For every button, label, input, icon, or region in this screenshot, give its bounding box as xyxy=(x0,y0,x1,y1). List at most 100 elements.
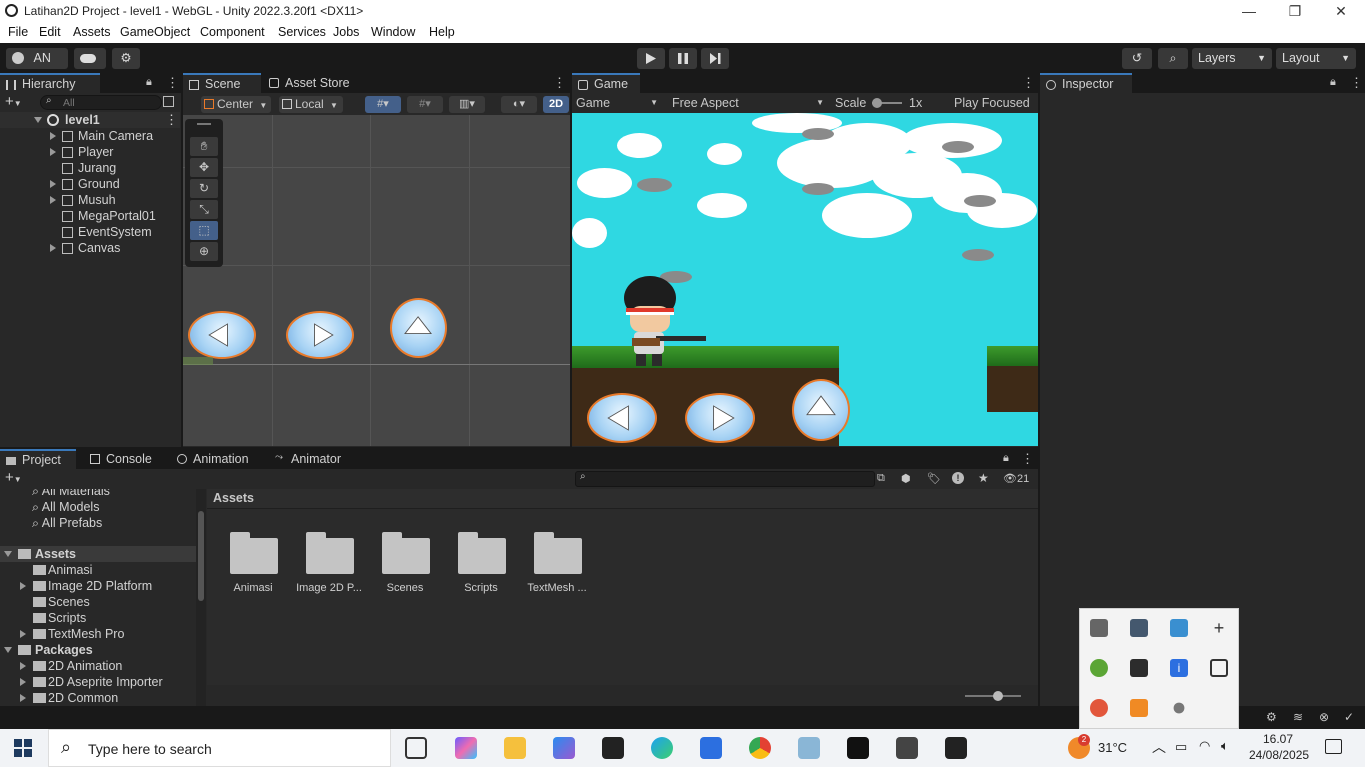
hand-tool-button[interactable]: ✋︎ xyxy=(190,137,218,156)
menu-component[interactable]: Component xyxy=(200,25,265,39)
aspect-dropdown[interactable]: Free Aspect ▼ xyxy=(668,93,828,113)
tree-item[interactable]: 2D Common xyxy=(0,690,196,706)
hierarchy-item[interactable]: Musuh xyxy=(0,192,180,208)
play-button[interactable] xyxy=(637,48,665,69)
close-button[interactable]: ✕ xyxy=(1318,1,1364,22)
pivot-dropdown[interactable]: Center ▼ xyxy=(201,96,271,113)
move-tool-button[interactable]: ✥ xyxy=(190,158,218,177)
favorite-star-icon[interactable]: ★ xyxy=(978,471,989,485)
menu-file[interactable]: File xyxy=(8,25,28,39)
terminal-icon[interactable] xyxy=(847,737,869,759)
hierarchy-item[interactable]: Canvas xyxy=(0,240,180,256)
hierarchy-item[interactable]: Ground xyxy=(0,176,180,192)
project-search-input[interactable]: ⌕ xyxy=(575,471,875,487)
expand-arrow-icon[interactable] xyxy=(34,117,42,123)
search-button[interactable]: ⌕ xyxy=(1158,48,1188,69)
notes-app-icon[interactable] xyxy=(798,737,820,759)
asset-folder[interactable]: TextMesh ... xyxy=(519,527,595,607)
lock-icon[interactable]: 🔒︎ xyxy=(1330,76,1336,89)
left-arrow-button-sprite[interactable] xyxy=(188,311,256,359)
right-arrow-button-sprite[interactable] xyxy=(286,311,354,359)
hierarchy-item[interactable]: MegaPortal01 xyxy=(0,208,180,224)
tray-monitor-icon[interactable] xyxy=(1130,619,1148,637)
unity-editor-icon[interactable] xyxy=(945,737,967,759)
more-menu-icon[interactable]: ⋮ xyxy=(1022,75,1035,91)
expand-arrow-icon[interactable] xyxy=(4,647,12,653)
jump-control-button[interactable] xyxy=(792,379,850,441)
m365-icon[interactable] xyxy=(553,737,575,759)
tray-info-icon[interactable]: i xyxy=(1170,659,1188,677)
notification-center-icon[interactable] xyxy=(1325,739,1342,754)
windows-start-icon[interactable] xyxy=(14,739,32,757)
tree-item-assets[interactable]: Assets xyxy=(0,546,196,562)
more-menu-icon[interactable]: ⋮ xyxy=(553,75,566,91)
collab-button[interactable]: ⚙ xyxy=(112,48,140,69)
tray-camera-icon[interactable] xyxy=(1210,659,1228,677)
asset-folder[interactable]: Image 2D P... xyxy=(291,527,367,607)
tab-animation[interactable]: Animation xyxy=(171,449,261,469)
drag-handle-icon[interactable] xyxy=(197,123,211,125)
tree-item[interactable]: 2D Aseprite Importer xyxy=(0,674,196,690)
tab-scene[interactable]: Scene xyxy=(183,73,261,93)
pause-button[interactable] xyxy=(669,48,697,69)
scale-slider[interactable] xyxy=(872,98,902,108)
tray-shield-icon[interactable] xyxy=(1130,659,1148,677)
slider-thumb[interactable] xyxy=(993,691,1003,701)
tray-app2-icon[interactable] xyxy=(1090,699,1108,717)
jump-button-sprite[interactable] xyxy=(390,298,447,358)
tab-animator[interactable]: ⤳ Animator xyxy=(269,449,359,469)
more-menu-icon[interactable]: ⋮ xyxy=(1350,75,1363,91)
tree-scrollbar[interactable] xyxy=(196,489,206,706)
tab-console[interactable]: Console xyxy=(84,449,164,469)
expand-arrow-icon[interactable] xyxy=(20,694,26,702)
expand-arrow-icon[interactable] xyxy=(50,244,56,252)
expand-arrow-icon[interactable] xyxy=(20,630,26,638)
grid-visibility-toggle[interactable]: #▾ xyxy=(407,96,443,113)
right-control-button[interactable] xyxy=(685,393,755,443)
tree-item-packages[interactable]: Packages xyxy=(0,642,196,658)
add-button[interactable]: +▼ xyxy=(5,93,22,110)
maximize-button[interactable]: ❐ xyxy=(1272,1,1318,22)
tab-asset-store[interactable]: Asset Store xyxy=(263,73,363,93)
rect-tool-button[interactable]: ⬚ xyxy=(190,221,218,240)
copilot-icon[interactable] xyxy=(455,737,477,759)
expand-arrow-icon[interactable] xyxy=(4,551,12,557)
warning-filter-icon[interactable]: ! xyxy=(952,472,964,484)
hierarchy-search-input[interactable]: ⌕ All xyxy=(40,95,162,110)
2d-toggle[interactable]: 2D xyxy=(543,96,569,113)
expand-arrow-icon[interactable] xyxy=(50,132,56,140)
tray-add-icon[interactable]: + xyxy=(1210,619,1228,637)
expand-arrow-icon[interactable] xyxy=(50,180,56,188)
breadcrumb-assets[interactable]: Assets xyxy=(213,491,254,505)
cloud-button[interactable] xyxy=(74,48,106,69)
more-menu-icon[interactable]: ⋮ xyxy=(1021,451,1034,467)
scene-row-level1[interactable]: level1 ⋮ xyxy=(0,112,180,128)
store-icon[interactable] xyxy=(700,737,722,759)
step-button[interactable] xyxy=(701,48,729,69)
lock-icon[interactable]: 🔒︎ xyxy=(1003,452,1009,465)
tab-inspector[interactable]: Inspector xyxy=(1040,73,1132,93)
increment-snap-toggle[interactable]: ▥▾ xyxy=(449,96,485,113)
draw-mode-dropdown[interactable]: ◐▾ xyxy=(501,96,537,113)
debug-icon[interactable]: ⚙ xyxy=(1266,710,1277,724)
lock-icon[interactable]: 🔒︎ xyxy=(146,76,152,89)
tray-network-app-icon[interactable] xyxy=(1170,619,1188,637)
weather-icon[interactable]: 2 xyxy=(1068,734,1090,759)
more-menu-icon[interactable]: ⋮ xyxy=(166,75,179,91)
hierarchy-item[interactable]: EventSystem xyxy=(0,224,180,240)
tray-xampp-icon[interactable] xyxy=(1130,699,1148,717)
slider-thumb[interactable] xyxy=(872,98,882,108)
menu-assets[interactable]: Assets xyxy=(73,25,111,39)
chevron-up-icon[interactable]: ︿ xyxy=(1152,737,1166,757)
menu-help[interactable]: Help xyxy=(429,25,455,39)
weather-temp[interactable]: 31°C xyxy=(1098,740,1127,755)
tab-hierarchy[interactable]: Hierarchy xyxy=(0,73,100,93)
clock-time[interactable]: 16.07 xyxy=(1263,732,1293,746)
scale-tool-button[interactable]: ⤡ xyxy=(190,200,218,219)
game-viewport[interactable] xyxy=(572,113,1038,446)
network-icon[interactable]: ⊗ xyxy=(1319,710,1329,724)
menu-window[interactable]: Window xyxy=(371,25,415,39)
expand-arrow-icon[interactable] xyxy=(20,582,26,590)
scene-filter-icon[interactable] xyxy=(163,96,174,107)
favorite-item[interactable]: ⌕ All Models xyxy=(32,499,99,515)
